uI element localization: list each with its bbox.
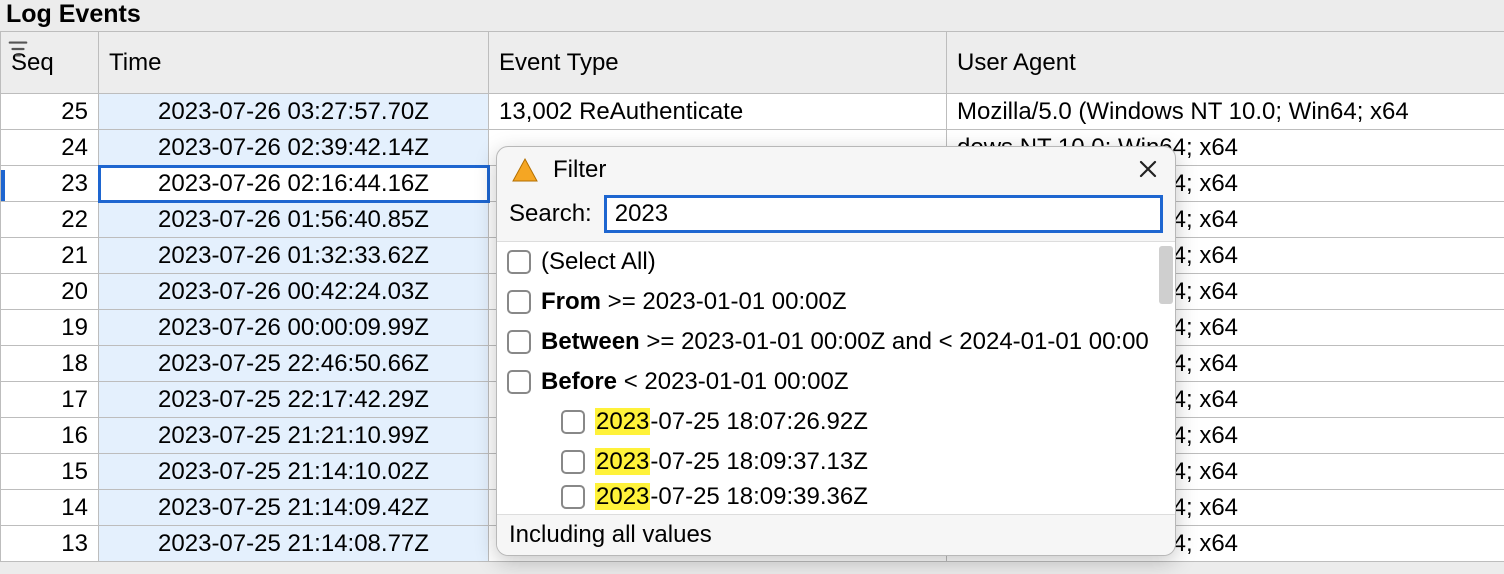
- column-header-event-type[interactable]: Event Type: [489, 32, 947, 94]
- column-header-seq[interactable]: Seq: [1, 32, 99, 94]
- checkbox[interactable]: [507, 370, 531, 394]
- checkbox[interactable]: [507, 290, 531, 314]
- cell-time: 2023-07-26 01:32:33.62Z: [99, 238, 489, 274]
- checkbox[interactable]: [507, 330, 531, 354]
- cell-seq: 16: [1, 418, 99, 454]
- search-label: Search:: [509, 200, 592, 228]
- scrollbar-thumb[interactable]: [1159, 246, 1173, 304]
- filter-option-label: 2023-07-25 18:09:39.36Z: [595, 483, 868, 511]
- cell-seq: 17: [1, 382, 99, 418]
- cell-time: 2023-07-26 02:16:44.16Z: [99, 166, 489, 202]
- panel-title: Log Events: [0, 0, 1504, 31]
- column-header-time[interactable]: Time: [99, 32, 489, 94]
- cell-time: 2023-07-26 03:27:57.70Z: [99, 94, 489, 130]
- cell-time: 2023-07-25 21:14:10.02Z: [99, 454, 489, 490]
- filter-option-label: (Select All): [541, 248, 656, 276]
- cell-time: 2023-07-25 22:46:50.66Z: [99, 346, 489, 382]
- filter-footer: Including all values: [497, 514, 1175, 555]
- filter-option-label: 2023-07-25 18:09:37.13Z: [595, 448, 868, 476]
- filter-popup-title: Filter: [553, 156, 1117, 184]
- filter-option-select-all[interactable]: (Select All): [507, 242, 1171, 282]
- cell-time: 2023-07-26 00:00:09.99Z: [99, 310, 489, 346]
- cell-time: 2023-07-26 02:39:42.14Z: [99, 130, 489, 166]
- log-events-panel: Log Events Seq Time Event Type: [0, 0, 1504, 574]
- close-button[interactable]: [1131, 153, 1165, 187]
- app-triangle-icon: [511, 156, 539, 184]
- column-header-time-label: Time: [109, 49, 161, 76]
- sort-desc-icon: [7, 38, 29, 60]
- cell-ua: Mozilla/5.0 (Windows NT 10.0; Win64; x64: [947, 94, 1504, 130]
- cell-seq: 15: [1, 454, 99, 490]
- search-highlight: 2023: [595, 408, 650, 435]
- filter-option-label: Before < 2023-01-01 00:00Z: [541, 368, 849, 396]
- table-row[interactable]: 252023-07-26 03:27:57.70Z13,002 ReAuthen…: [1, 94, 1504, 130]
- cell-seq: 18: [1, 346, 99, 382]
- cell-time: 2023-07-25 21:21:10.99Z: [99, 418, 489, 454]
- checkbox[interactable]: [561, 450, 585, 474]
- cell-seq: 13: [1, 526, 99, 562]
- filter-option-value[interactable]: 2023-07-25 18:09:37.13Z: [507, 442, 1171, 482]
- cell-seq: 21: [1, 238, 99, 274]
- checkbox[interactable]: [561, 485, 585, 509]
- filter-option-from[interactable]: From >= 2023-01-01 00:00Z: [507, 282, 1171, 322]
- filter-option-value[interactable]: 2023-07-25 18:07:26.92Z: [507, 402, 1171, 442]
- filter-popup: Filter Search: (Select All) From >= 2: [496, 146, 1176, 556]
- checkbox[interactable]: [561, 410, 585, 434]
- cell-time: 2023-07-25 21:14:09.42Z: [99, 490, 489, 526]
- cell-seq: 20: [1, 274, 99, 310]
- close-icon: [1138, 155, 1158, 186]
- filter-option-label: 2023-07-25 18:07:26.92Z: [595, 408, 868, 436]
- filter-option-between[interactable]: Between >= 2023-01-01 00:00Z and < 2024-…: [507, 322, 1171, 362]
- search-highlight: 2023: [595, 483, 650, 510]
- search-highlight: 2023: [595, 448, 650, 475]
- search-input[interactable]: [604, 195, 1163, 233]
- column-header-ua-label: User Agent: [957, 49, 1076, 76]
- filter-option-label: Between >= 2023-01-01 00:00Z and < 2024-…: [541, 328, 1149, 356]
- filter-search-row: Search:: [497, 191, 1175, 241]
- cell-event: 13,002 ReAuthenticate: [489, 94, 947, 130]
- cell-seq: 19: [1, 310, 99, 346]
- cell-seq: 23: [1, 166, 99, 202]
- cell-time: 2023-07-26 00:42:24.03Z: [99, 274, 489, 310]
- filter-option-value[interactable]: 2023-07-25 18:09:39.36Z: [507, 482, 1171, 512]
- filter-options-list: (Select All) From >= 2023-01-01 00:00Z B…: [497, 241, 1175, 514]
- filter-option-before[interactable]: Before < 2023-01-01 00:00Z: [507, 362, 1171, 402]
- cell-seq: 14: [1, 490, 99, 526]
- checkbox[interactable]: [507, 250, 531, 274]
- cell-seq: 22: [1, 202, 99, 238]
- cell-time: 2023-07-25 22:17:42.29Z: [99, 382, 489, 418]
- column-header-event-label: Event Type: [499, 49, 619, 76]
- filter-option-label: From >= 2023-01-01 00:00Z: [541, 288, 847, 316]
- filter-popup-header: Filter: [497, 147, 1175, 191]
- column-header-user-agent[interactable]: User Agent: [947, 32, 1504, 94]
- cell-time: 2023-07-26 01:56:40.85Z: [99, 202, 489, 238]
- cell-seq: 24: [1, 130, 99, 166]
- cell-seq: 25: [1, 94, 99, 130]
- cell-time: 2023-07-25 21:14:08.77Z: [99, 526, 489, 562]
